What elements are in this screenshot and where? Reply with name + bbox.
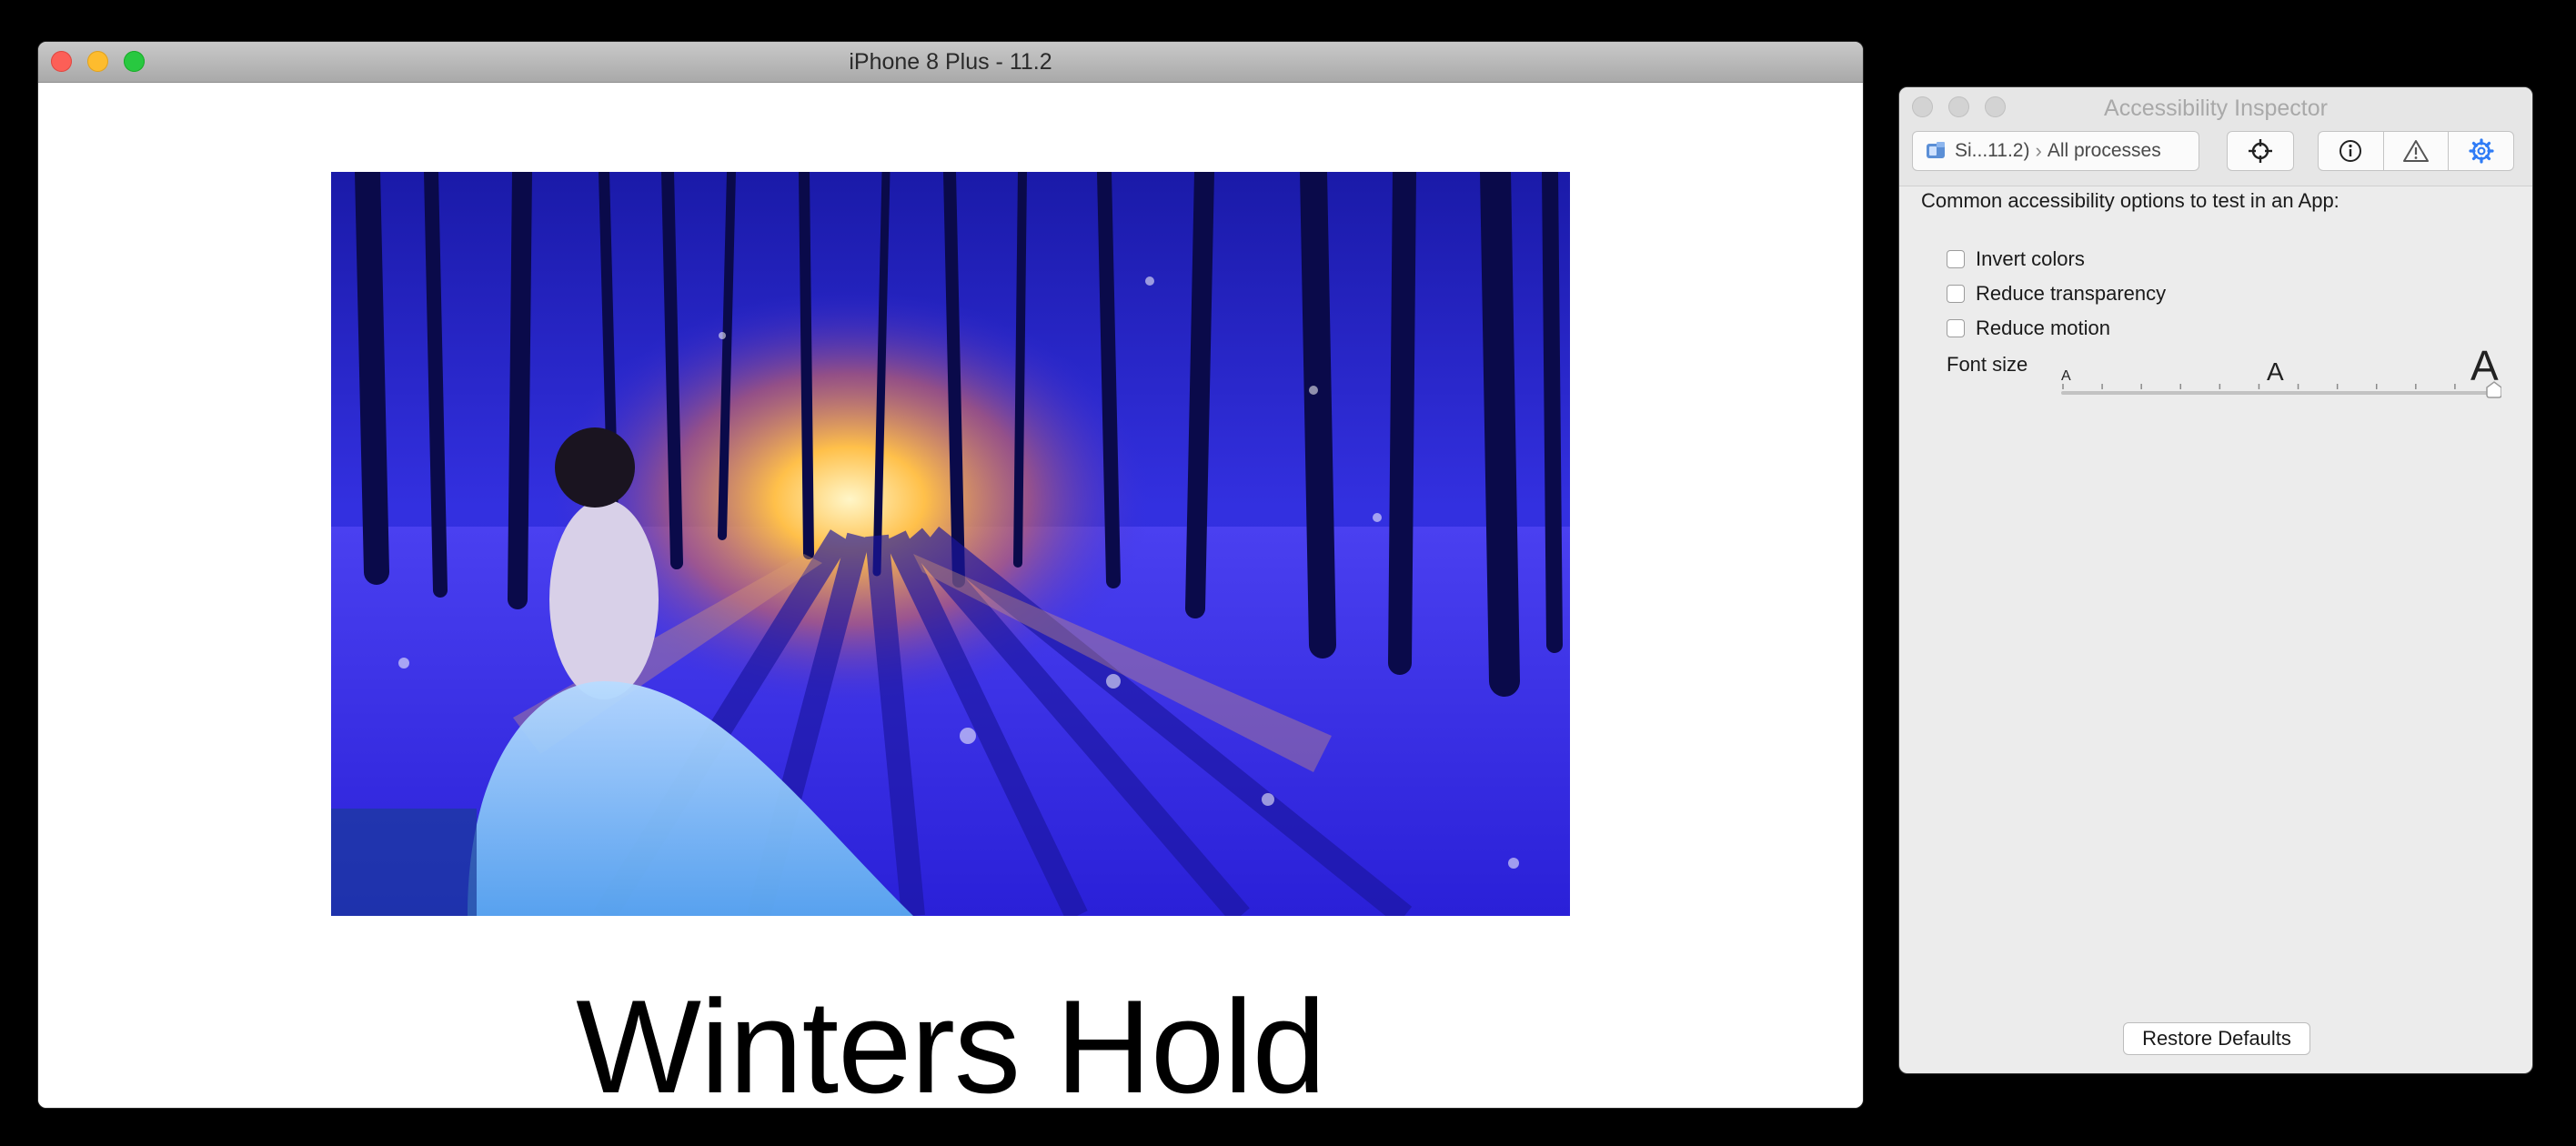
accessibility-inspector-window: Accessibility Inspector Si...11.2) › All…: [1899, 87, 2532, 1073]
tab-audit[interactable]: [2384, 132, 2450, 170]
font-size-slider[interactable]: A A A: [2059, 344, 2501, 398]
simulator-screen[interactable]: Winters Hold: [38, 83, 1863, 1108]
app-title: Winters Hold: [576, 972, 1326, 1109]
warning-icon: [2403, 140, 2429, 162]
reduce-transparency-label: Reduce transparency: [1976, 282, 2167, 305]
inspector-titlebar[interactable]: Accessibility Inspector Si...11.2) › All…: [1899, 87, 2532, 186]
inspection-pointer-button[interactable]: [2227, 131, 2294, 171]
reduce-motion-checkbox[interactable]: [1947, 319, 1965, 337]
restore-defaults-button[interactable]: Restore Defaults: [2123, 1022, 2310, 1055]
inspector-mode-segments: [2318, 131, 2514, 171]
target-chooser[interactable]: Si...11.2) › All processes: [1912, 131, 2199, 171]
target-device-label: Si...11.2): [1955, 140, 2030, 161]
invert-colors-option[interactable]: Invert colors: [1947, 247, 2085, 271]
reduce-motion-option[interactable]: Reduce motion: [1947, 317, 2110, 340]
simulator-window: iPhone 8 Plus - 11.2 Winters Hold: [38, 42, 1863, 1108]
simulator-device-icon: [1927, 142, 1945, 158]
font-size-mid-glyph: A: [2267, 357, 2284, 386]
invert-colors-checkbox[interactable]: [1947, 250, 1965, 268]
crosshair-icon: [2249, 139, 2272, 163]
chevron-right-icon: ›: [2035, 139, 2042, 162]
settings-heading: Common accessibility options to test in …: [1921, 189, 2340, 212]
tab-settings[interactable]: [2449, 132, 2513, 170]
reduce-transparency-option[interactable]: Reduce transparency: [1947, 282, 2166, 306]
inspector-title: Accessibility Inspector: [2104, 96, 2328, 121]
window-title: iPhone 8 Plus - 11.2: [849, 49, 1052, 75]
info-icon: [2340, 140, 2362, 162]
gear-icon: [2469, 138, 2494, 164]
target-process-label: All processes: [2047, 140, 2161, 161]
font-size-small-glyph: A: [2061, 368, 2071, 384]
reduce-transparency-checkbox[interactable]: [1947, 285, 1965, 303]
simulator-titlebar[interactable]: iPhone 8 Plus - 11.2: [38, 42, 1863, 83]
tab-inspection[interactable]: [2319, 132, 2384, 170]
winter-forest-image: [331, 172, 1570, 916]
font-size-label: Font size: [1947, 353, 2028, 376]
slider-track: [2061, 391, 2496, 395]
invert-colors-label: Invert colors: [1976, 247, 2085, 270]
reduce-motion-label: Reduce motion: [1976, 317, 2110, 339]
